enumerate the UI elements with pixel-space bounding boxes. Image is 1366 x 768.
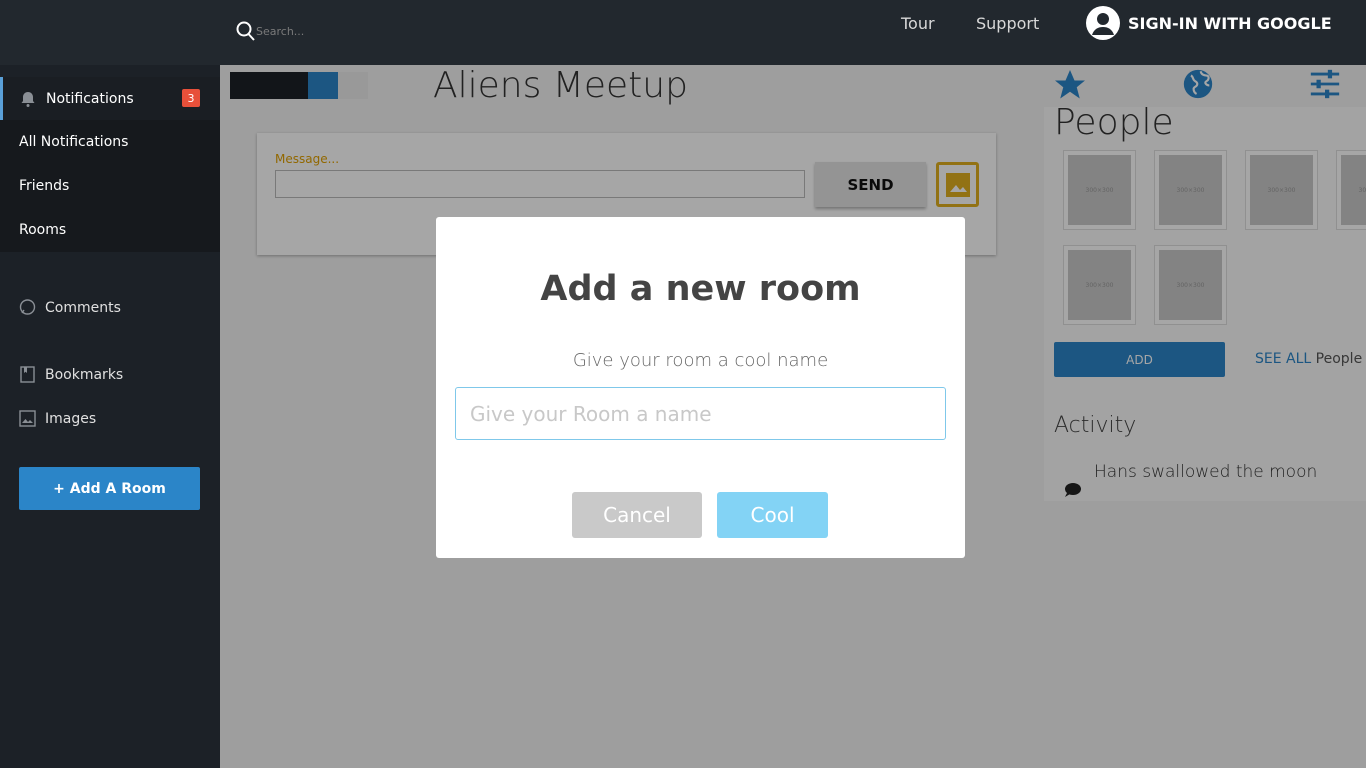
nav-tour[interactable]: Tour [901, 14, 935, 33]
sidebar: Notifications 3 All Notifications Friend… [0, 0, 220, 768]
cancel-button[interactable]: Cancel [572, 492, 702, 538]
search-bar [236, 20, 406, 42]
notifications-label: Notifications [46, 90, 134, 107]
nav-support[interactable]: Support [976, 14, 1039, 33]
bookmarks-label: Bookmarks [45, 366, 124, 383]
user-icon [1086, 6, 1120, 40]
images-label: Images [45, 410, 97, 427]
sign-in-google-button[interactable]: SIGN-IN WITH GOOGLE [1086, 6, 1332, 40]
add-room-dialog: Add a new room Give your room a cool nam… [436, 217, 965, 558]
sidebar-item-bookmarks[interactable]: Bookmarks [19, 366, 123, 383]
dialog-subtitle: Give your room a cool name [572, 350, 829, 371]
dialog-title: Add a new room [540, 269, 861, 309]
image-icon [19, 410, 36, 427]
cool-button[interactable]: Cool [717, 492, 828, 538]
search-icon[interactable] [236, 20, 256, 42]
sidebar-item-images[interactable]: Images [19, 410, 96, 427]
comment-icon [19, 299, 36, 315]
sidebar-item-comments[interactable]: Comments [19, 299, 121, 316]
sign-in-label: SIGN-IN WITH GOOGLE [1128, 13, 1332, 33]
sidebar-item-all-notifications[interactable]: All Notifications [0, 120, 220, 164]
sidebar-item-friends[interactable]: Friends [0, 164, 220, 208]
bookmark-icon [20, 366, 35, 383]
logo-area [0, 0, 220, 65]
search-input[interactable] [256, 24, 406, 38]
room-name-input[interactable] [455, 387, 946, 440]
bell-icon [19, 90, 37, 108]
sidebar-item-rooms[interactable]: Rooms [0, 208, 220, 252]
topbar: Tour Support SIGN-IN WITH GOOGLE [220, 0, 1366, 65]
add-room-button[interactable]: + Add A Room [19, 467, 200, 510]
sidebar-item-notifications[interactable]: Notifications 3 [0, 77, 220, 120]
notifications-count-badge: 3 [182, 89, 200, 107]
comments-label: Comments [45, 299, 121, 316]
notifications-submenu: All Notifications Friends Rooms [0, 120, 220, 252]
